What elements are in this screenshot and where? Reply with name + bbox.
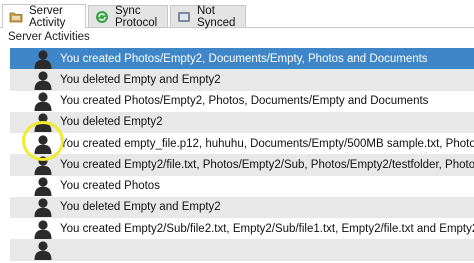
activity-row[interactable]: You created Photos/Empty2, Documents/Emp…: [10, 48, 474, 70]
sync-icon: [96, 10, 108, 23]
tab-label: Not Synced: [197, 4, 236, 29]
not-synced-icon: [178, 11, 190, 22]
activity-row[interactable]: You created Photos/Empty2, Photos, Docum…: [10, 90, 474, 112]
user-avatar-icon: [34, 220, 52, 239]
activity-text: You deleted Empty2: [60, 116, 163, 129]
tab-bar: Server Activity Sync Protocol Not Synced: [0, 0, 474, 29]
user-avatar-icon: [34, 135, 52, 154]
user-avatar-icon: [34, 177, 52, 197]
user-avatar-icon: [34, 113, 52, 133]
user-avatar-icon: [34, 71, 52, 90]
user-avatar-icon: [34, 50, 52, 69]
activity-row[interactable]: You deleted Empty and Empty2: [10, 196, 474, 218]
user-avatar-icon: [34, 92, 52, 112]
activity-text: You deleted Empty and Empty2: [60, 201, 221, 214]
tab-not-synced[interactable]: Not Synced: [170, 4, 246, 29]
activity-list[interactable]: You created Photos/Empty2, Documents/Emp…: [10, 48, 474, 263]
activity-text: You created Photos/Empty2, Documents/Emp…: [60, 52, 428, 65]
tab-server-activity[interactable]: Server Activity: [2, 4, 86, 29]
activity-text: You created empty_file.p12, huhuhu, Docu…: [60, 137, 474, 150]
activity-row[interactable]: You created Photos: [10, 175, 474, 197]
activity-row[interactable]: You deleted Empty and Empty2: [10, 69, 474, 91]
activity-text: You created Photos/Empty2, Photos, Docum…: [60, 95, 429, 108]
user-avatar-icon: [34, 241, 52, 260]
activity-row[interactable]: You created Empty2/Sub/file2.txt, Empty2…: [10, 218, 474, 240]
activity-row[interactable]: You created Empty2/file.txt, Photos/Empt…: [10, 154, 474, 176]
user-avatar-icon: [34, 156, 52, 175]
tab-sync-protocol[interactable]: Sync Protocol: [88, 4, 168, 29]
tab-label: Sync Protocol: [115, 4, 158, 29]
tab-label: Server Activity: [29, 4, 66, 29]
activity-text: You created Photos: [60, 180, 160, 193]
folder-icon: [9, 12, 23, 22]
activity-row[interactable]: You created empty_file.p12, huhuhu, Docu…: [10, 133, 474, 155]
activity-text: You created Empty2/file.txt, Photos/Empt…: [60, 158, 474, 171]
user-avatar-icon: [34, 198, 52, 218]
activity-row[interactable]: [10, 239, 474, 261]
activity-row[interactable]: You deleted Empty2: [10, 111, 474, 133]
activity-text: You deleted Empty and Empty2: [60, 73, 221, 86]
section-title: Server Activities: [8, 31, 90, 43]
activity-text: You created Empty2/Sub/file2.txt, Empty2…: [60, 222, 474, 235]
